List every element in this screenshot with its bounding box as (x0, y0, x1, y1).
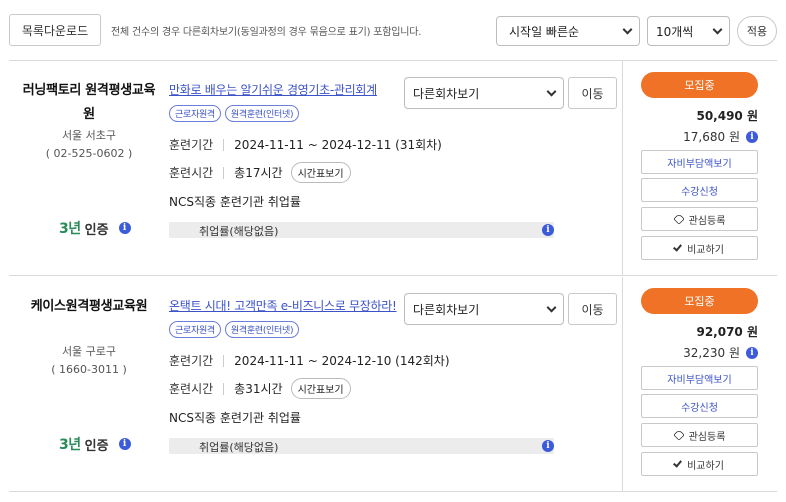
other-round-value: 다른회차보기 (413, 302, 480, 317)
chevron-down-icon (546, 302, 557, 313)
course-fee: 50,490 원 (696, 109, 758, 123)
certification-badge: 3년 인증 i (59, 434, 131, 454)
tag-online-training: 원격훈련(인터넷) (224, 321, 300, 338)
cert-years: 3년 (59, 437, 81, 453)
enroll-button[interactable]: 수강신청 (641, 178, 758, 202)
wishlist-button[interactable]: 관심등록 (641, 423, 758, 447)
status-badge: 모집중 (641, 288, 758, 314)
page-size-value: 10개씩 (656, 24, 694, 39)
institution-phone: ( 02-525-0602 ) (45, 147, 133, 160)
move-button[interactable]: 이동 (568, 77, 617, 109)
employment-rate-bar: 취업률(해당없음) i (169, 438, 554, 454)
info-icon[interactable]: i (542, 440, 554, 452)
hours-value: 총17시간 (234, 166, 283, 180)
employment-rate-text: 취업률(해당없음) (199, 225, 279, 238)
course-tags: 근로자원격 원격훈련(인터넷) (169, 321, 300, 338)
list-download-button[interactable]: 목록다운로드 (9, 14, 101, 46)
period-value: 2024-11-11 ~ 2024-12-11 (31회차) (234, 138, 442, 152)
divider (622, 277, 623, 491)
wishlist-button[interactable]: 관심등록 (641, 207, 758, 231)
info-icon[interactable]: i (118, 438, 131, 450)
other-round-select[interactable]: 다른회차보기 (404, 293, 564, 325)
self-pay-button[interactable]: 자비부담액보기 (641, 150, 758, 174)
divider (223, 382, 225, 395)
hours-label: 훈련시간 (169, 166, 214, 180)
compare-label: 비교하기 (687, 460, 724, 472)
training-hours: 훈련시간 총17시간 시간표보기 (169, 162, 351, 183)
institution-phone: ( 1660-3011 ) (51, 363, 127, 376)
tag-online-training: 원격훈련(인터넷) (224, 105, 300, 122)
hours-value: 총31시간 (234, 382, 283, 396)
institution-region: 서울 구로구 (61, 345, 117, 358)
chevron-down-icon (546, 86, 557, 97)
employment-rate-bar: 취업률(해당없음) i (169, 222, 554, 238)
course-title-link[interactable]: 온택트 시대! 고객만족 e-비즈니스로 무장하라! (169, 297, 405, 314)
training-hours: 훈련시간 총31시간 시간표보기 (169, 378, 351, 399)
tag-worker-remote: 근로자원격 (169, 105, 221, 122)
timetable-button[interactable]: 시간표보기 (290, 378, 351, 399)
training-period: 훈련기간 2024-11-11 ~ 2024-12-11 (31회차) (169, 136, 442, 153)
info-icon[interactable]: i (746, 346, 758, 359)
cert-label: 인증 (84, 222, 109, 238)
list-toolbar: 목록다운로드 전체 건수의 경우 다른회차보기(동일과정의 경우 묶음으로 표기… (0, 0, 786, 60)
hours-label: 훈련시간 (169, 382, 214, 396)
certification-badge: 3년 인증 i (59, 218, 131, 238)
check-icon (673, 457, 683, 468)
course-tags: 근로자원격 원격훈련(인터넷) (169, 105, 300, 122)
apply-button[interactable]: 적용 (737, 16, 777, 46)
other-round-value: 다른회차보기 (413, 86, 480, 101)
divider (223, 354, 225, 367)
cert-label: 인증 (84, 438, 109, 454)
wishlist-label: 관심등록 (688, 215, 726, 227)
info-icon[interactable]: i (542, 224, 554, 236)
list-notice: 전체 건수의 경우 다른회차보기(동일과정의 경우 묶음으로 표기) 포함입니다… (111, 27, 422, 38)
self-pay-value: 17,680 원 (683, 130, 740, 144)
chevron-down-icon (712, 24, 723, 35)
compare-button[interactable]: 비교하기 (641, 452, 758, 476)
chevron-down-icon (622, 24, 633, 35)
training-period: 훈련기간 2024-11-11 ~ 2024-12-10 (142회차) (169, 352, 450, 369)
divider (223, 166, 225, 179)
tag-worker-remote: 근로자원격 (169, 321, 221, 338)
timetable-button[interactable]: 시간표보기 (290, 162, 351, 183)
divider (622, 61, 623, 275)
enroll-button[interactable]: 수강신청 (641, 394, 758, 418)
compare-label: 비교하기 (687, 244, 724, 256)
sort-select-value: 시작일 빠른순 (509, 24, 580, 39)
course-row: 케이스원격평생교육원 서울 구로구 ( 1660-3011 ) 3년 인증 i … (9, 277, 777, 492)
course-title-link[interactable]: 만화로 배우는 알기쉬운 경영기초-관리회계 (169, 81, 405, 98)
status-badge: 모집중 (641, 72, 758, 98)
institution-region: 서울 서초구 (61, 129, 117, 142)
period-label: 훈련기간 (169, 138, 214, 152)
self-pay-button[interactable]: 자비부담액보기 (641, 366, 758, 390)
info-icon[interactable]: i (118, 222, 131, 234)
heart-icon (672, 213, 685, 225)
institution-name: 러닝팩토리 원격평생교육원 (22, 83, 156, 122)
divider (223, 138, 225, 151)
move-button[interactable]: 이동 (568, 293, 617, 325)
heart-icon (672, 429, 685, 441)
self-pay-value: 32,230 원 (683, 346, 740, 360)
check-icon (673, 241, 683, 252)
compare-button[interactable]: 비교하기 (641, 236, 758, 260)
sort-select[interactable]: 시작일 빠른순 (496, 16, 640, 46)
course-row: 러닝팩토리 원격평생교육원 서울 서초구 ( 02-525-0602 ) 3년 … (9, 61, 777, 276)
info-icon[interactable]: i (746, 130, 758, 143)
ncs-label: NCS직종 훈련기관 취업률 (169, 411, 301, 425)
institution-name: 케이스원격평생교육원 (30, 299, 148, 314)
ncs-label: NCS직종 훈련기관 취업률 (169, 195, 301, 209)
page-size-select[interactable]: 10개씩 (647, 16, 730, 46)
cert-years: 3년 (59, 221, 81, 237)
other-round-select[interactable]: 다른회차보기 (404, 77, 564, 109)
period-value: 2024-11-11 ~ 2024-12-10 (142회차) (234, 354, 450, 368)
self-pay-fee: 17,680 원 i (641, 128, 758, 145)
period-label: 훈련기간 (169, 354, 214, 368)
self-pay-fee: 32,230 원 i (641, 344, 758, 361)
wishlist-label: 관심등록 (688, 431, 726, 443)
employment-rate-text: 취업률(해당없음) (199, 441, 279, 454)
course-fee: 92,070 원 (696, 325, 758, 339)
